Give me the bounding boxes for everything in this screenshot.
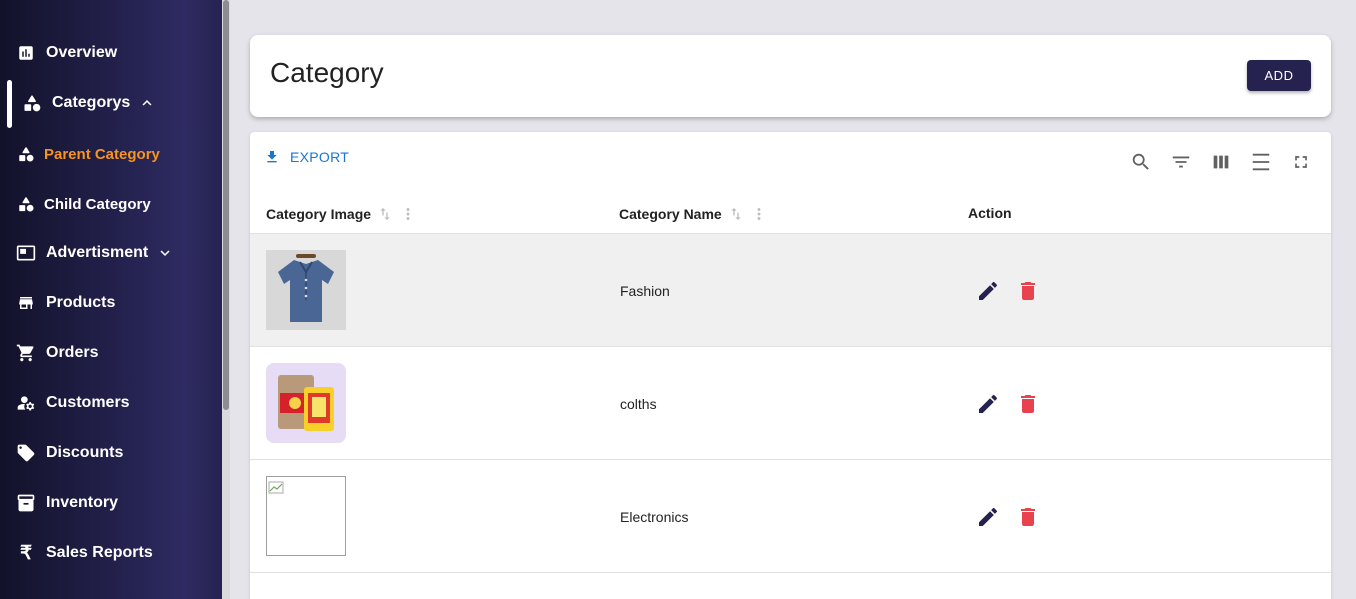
sidebar-item-advertisment[interactable]: Advertisment (0, 235, 222, 271)
sidebar-item-discounts[interactable]: Discounts (0, 435, 222, 471)
column-menu-icon[interactable] (750, 205, 768, 223)
billboard-icon (16, 243, 36, 263)
sidebar-item-orders[interactable]: Orders (0, 335, 222, 371)
sidebar: Overview Categorys Parent Category Child… (0, 0, 230, 599)
column-label: Category Name (619, 206, 722, 222)
category-image (266, 250, 346, 330)
grocery-pack-image (266, 363, 346, 443)
sidebar-item-inventory[interactable]: Inventory (0, 485, 222, 521)
broken-image-icon (266, 476, 346, 556)
delete-icon[interactable] (1016, 505, 1040, 532)
sidebar-item-sales-reports[interactable]: ₹ Sales Reports (0, 535, 222, 571)
edit-icon[interactable] (976, 279, 1000, 306)
chevron-up-icon (138, 94, 156, 112)
column-header-name[interactable]: Category Name (619, 205, 768, 223)
sidebar-item-label: Child Category (44, 195, 151, 213)
filter-icon[interactable] (1169, 150, 1193, 174)
sidebar-item-overview[interactable]: Overview (0, 35, 222, 71)
sidebar-item-categorys[interactable]: Categorys (6, 85, 228, 121)
density-icon[interactable] (1249, 150, 1273, 174)
column-header-image[interactable]: Category Image (266, 205, 417, 223)
sidebar-item-label: Customers (46, 394, 130, 411)
category-image (266, 363, 346, 443)
sidebar-item-label: Inventory (46, 494, 119, 511)
edit-icon[interactable] (976, 392, 1000, 419)
rupee-icon: ₹ (19, 542, 33, 564)
sidebar-item-child-category[interactable]: Child Category (0, 186, 222, 222)
table-row[interactable]: Fashion (250, 234, 1331, 347)
column-menu-icon[interactable] (399, 205, 417, 223)
download-icon (267, 151, 277, 163)
chart-icon (16, 43, 36, 63)
category-table: EXPORT Category Image Category Name Acti… (250, 132, 1331, 599)
search-icon[interactable] (1129, 150, 1153, 174)
edit-icon[interactable] (976, 505, 1000, 532)
columns-icon[interactable] (1209, 150, 1233, 174)
shirt-image (266, 250, 346, 330)
user-gear-icon (16, 393, 36, 413)
category-name: Electronics (620, 509, 689, 525)
page-title: Category (270, 57, 384, 88)
sidebar-item-label: Overview (46, 44, 118, 61)
table-toolbar (1113, 150, 1313, 174)
fullscreen-icon[interactable] (1289, 150, 1313, 174)
table-header: Category Image Category Name Action (250, 192, 1331, 234)
shapes-icon (16, 144, 36, 164)
table-pagination (250, 573, 1331, 599)
sidebar-item-label: Categorys (52, 94, 131, 111)
archive-icon (16, 493, 36, 513)
table-row[interactable]: Electronics (250, 460, 1331, 573)
sidebar-item-label: Products (46, 294, 116, 311)
shapes-icon (22, 93, 42, 113)
sidebar-item-products[interactable]: Products (0, 285, 222, 321)
sidebar-scrollbar-thumb[interactable] (223, 0, 229, 410)
category-name: Fashion (620, 283, 670, 299)
shapes-icon (16, 194, 36, 214)
sidebar-item-customers[interactable]: Customers (0, 385, 222, 421)
column-label: Action (968, 205, 1012, 221)
delete-icon[interactable] (1016, 392, 1040, 419)
sidebar-item-label: Discounts (46, 444, 124, 461)
sidebar-item-label: Parent Category (44, 145, 160, 163)
category-name: colths (620, 396, 657, 412)
tag-icon (16, 443, 36, 463)
sidebar-item-label: Sales Reports (46, 544, 153, 561)
sidebar-item-label: Advertisment (46, 244, 149, 261)
chevron-down-icon (156, 244, 174, 262)
page-header: Category ADD (250, 35, 1331, 117)
delete-icon[interactable] (1016, 279, 1040, 306)
category-image (266, 476, 346, 556)
cart-icon (16, 343, 36, 363)
sidebar-item-label: Orders (46, 344, 99, 361)
sort-icon[interactable] (728, 206, 744, 222)
export-label: EXPORT (290, 149, 350, 165)
sort-icon[interactable] (377, 206, 393, 222)
table-row[interactable]: colths (250, 347, 1331, 460)
store-icon (16, 293, 36, 313)
add-button[interactable]: ADD (1247, 60, 1311, 91)
sidebar-item-parent-category[interactable]: Parent Category (0, 136, 222, 172)
column-header-action: Action (968, 205, 1012, 221)
column-label: Category Image (266, 206, 372, 222)
export-button[interactable]: EXPORT (264, 149, 349, 165)
